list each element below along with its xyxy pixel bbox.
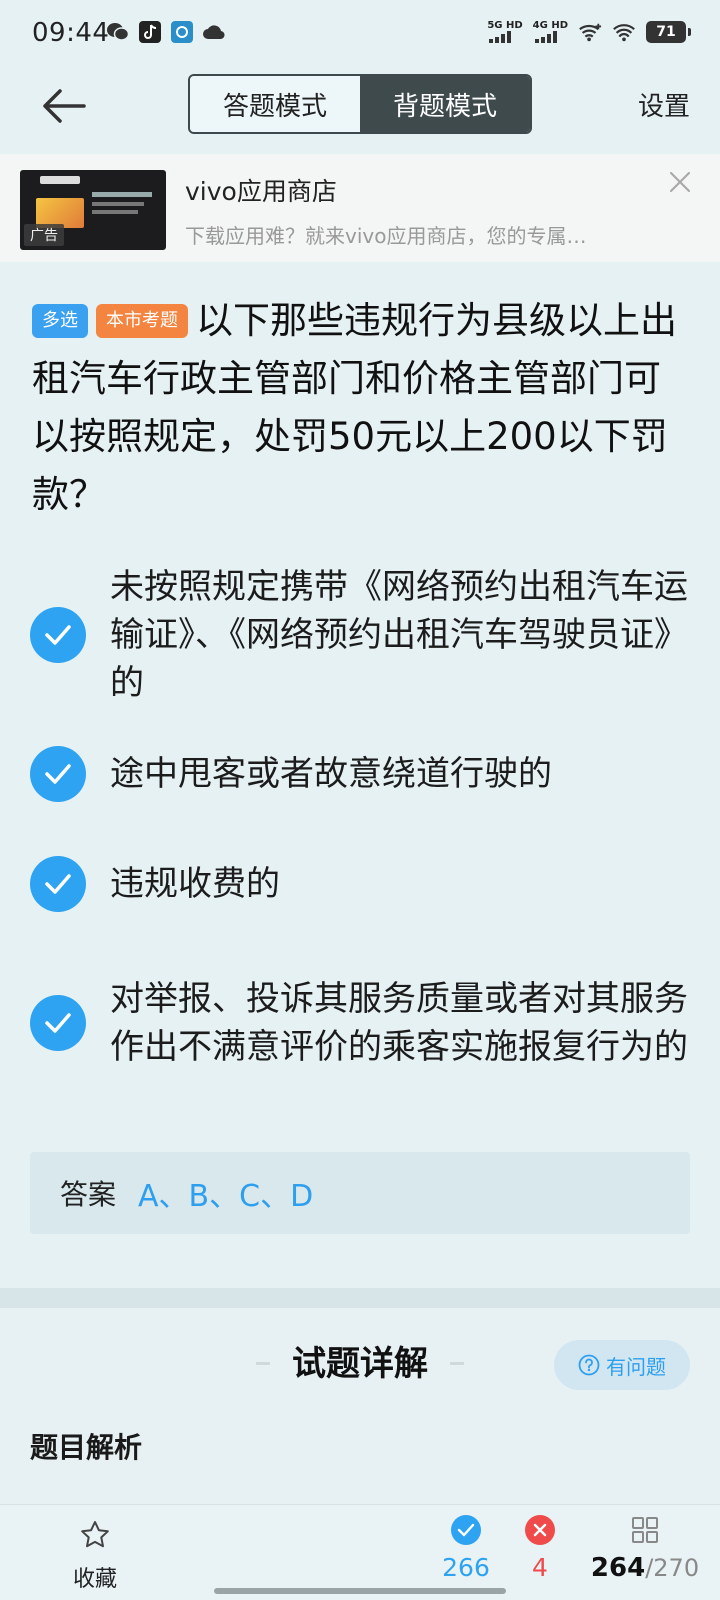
answer-label: 答案 <box>60 1178 117 1211</box>
wifi-plus-icon <box>578 20 602 44</box>
network-5g-icon: 5G HD <box>487 21 523 43</box>
wrong-count-value: 4 <box>532 1553 548 1582</box>
analysis-label: 题目解析 <box>30 1431 143 1464</box>
status-right: 5G HD 4G HD 71 <box>487 20 691 44</box>
option-text: 未按照规定携带《网络预约出租汽车运输证》、《网络预约出租汽车驾驶员证》的 <box>110 567 688 703</box>
star-icon <box>81 1521 109 1548</box>
question-type-tag: 多选 <box>32 304 88 338</box>
option-text: 途中甩客或者故意绕道行驶的 <box>110 754 552 794</box>
wechat-icon <box>106 20 130 44</box>
title-dash <box>256 1362 270 1365</box>
check-circle-icon <box>451 1515 481 1545</box>
tiktok-icon <box>138 20 162 44</box>
settings-button[interactable]: 设置 <box>638 86 690 123</box>
detail-section: 试题详解 有问题 题目解析 <box>0 1308 720 1504</box>
page: 09:44 5G HD 4G HD 71 答题模式 背题模式 设置 广告 viv… <box>0 0 720 1600</box>
ad-thumb-line <box>92 192 152 197</box>
ad-thumbnail[interactable]: 广告 <box>20 170 166 250</box>
check-icon <box>30 995 86 1051</box>
option-d[interactable]: 对举报、投诉其服务质量或者对其服务作出不满意评价的乘客实施报复行为的 <box>30 948 690 1098</box>
app-icon <box>170 20 194 44</box>
ad-description[interactable]: 下载应用难？就来vivo应用商店，您的专属… <box>185 220 665 249</box>
report-question-label: 有问题 <box>606 1354 666 1379</box>
close-icon <box>669 171 691 193</box>
home-indicator[interactable] <box>214 1588 506 1594</box>
option-text: 对举报、投诉其服务质量或者对其服务作出不满意评价的乘客实施报复行为的 <box>110 979 688 1067</box>
question: 多选 本市考题 以下那些违规行为县级以上出租汽车行政主管部门和价格主管部门可以按照规… <box>32 292 692 524</box>
option-c[interactable]: 违规收费的 <box>30 844 690 924</box>
tab-recite-mode[interactable]: 背题模式 <box>360 76 530 132</box>
favorite-label: 收藏 <box>72 1567 117 1592</box>
wrong-count[interactable]: 4 <box>520 1515 560 1582</box>
title-dash <box>450 1362 464 1365</box>
options-list: 未按照规定携带《网络预约出租汽车运输证》、《网络预约出租汽车驾驶员证》的 途中甩… <box>30 560 690 1098</box>
answer-value: A、B、C、D <box>138 1179 314 1214</box>
correct-count[interactable]: 266 <box>436 1515 496 1582</box>
cloud-icon <box>202 20 226 44</box>
detail-title: 试题详解 <box>292 1344 428 1384</box>
bottom-bar: 收藏 266 4 264/270 <box>0 1504 720 1600</box>
check-icon <box>30 856 86 912</box>
arrow-left-icon <box>43 89 86 123</box>
battery-icon: 71 <box>646 21 691 43</box>
ad-thumb-logo <box>40 176 80 184</box>
grid-icon <box>630 1515 660 1545</box>
mode-toggle: 答题模式 背题模式 <box>188 74 532 134</box>
check-icon <box>30 607 86 663</box>
status-bar: 09:44 5G HD 4G HD 71 <box>0 0 720 68</box>
progress-readout: 264/270 <box>590 1553 700 1583</box>
help-circle-icon <box>578 1354 600 1376</box>
status-left-icons <box>106 20 226 44</box>
ad-close-button[interactable] <box>666 168 694 196</box>
progress-grid-button[interactable]: 264/270 <box>590 1515 700 1583</box>
status-time: 09:44 <box>32 18 110 48</box>
report-question-button[interactable]: 有问题 <box>554 1340 690 1390</box>
ad-thumb-line <box>92 210 138 214</box>
progress-total: /270 <box>645 1554 700 1582</box>
question-source-tag: 本市考题 <box>96 304 188 338</box>
answer-box: 答案 A、B、C、D <box>30 1152 690 1234</box>
progress-current: 264 <box>590 1553 646 1583</box>
x-circle-icon <box>525 1515 555 1545</box>
ad-title[interactable]: vivo应用商店 <box>185 172 337 208</box>
section-divider <box>0 1288 720 1308</box>
network-4g-icon: 4G HD <box>533 21 568 43</box>
option-text: 违规收费的 <box>110 864 280 904</box>
option-a[interactable]: 未按照规定携带《网络预约出租汽车运输证》、《网络预约出租汽车驾驶员证》的 <box>30 560 690 710</box>
correct-count-value: 266 <box>442 1553 490 1582</box>
tab-answer-mode[interactable]: 答题模式 <box>190 76 360 132</box>
favorite-button[interactable]: 收藏 <box>62 1519 128 1593</box>
option-b[interactable]: 途中甩客或者故意绕道行驶的 <box>30 734 690 814</box>
ad-banner[interactable]: 广告 vivo应用商店 下载应用难？就来vivo应用商店，您的专属… <box>0 154 720 262</box>
ad-tag: 广告 <box>24 224 64 246</box>
back-button[interactable] <box>36 78 92 134</box>
header: 答题模式 背题模式 设置 <box>0 68 720 154</box>
ad-thumb-line <box>92 202 144 206</box>
check-icon <box>30 746 86 802</box>
wifi-icon <box>612 20 636 44</box>
